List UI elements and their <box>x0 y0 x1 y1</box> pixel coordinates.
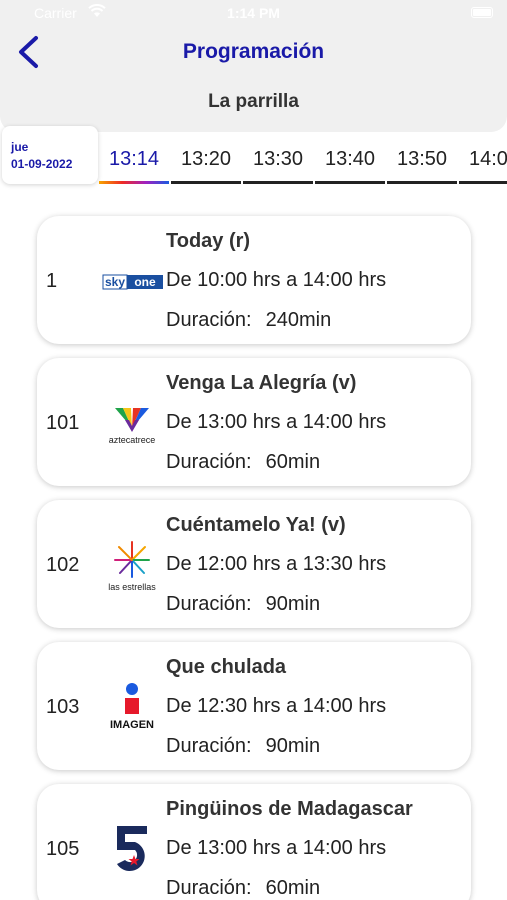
time-slot-1320[interactable]: 13:20 <box>170 148 242 171</box>
program-time: De 12:30 hrs a 14:00 hrs <box>166 695 387 717</box>
date-picker-button[interactable]: jue 01-09-2022 <box>2 126 98 184</box>
duration-label: Duración: <box>166 451 252 473</box>
sky-one-text-sky: sky <box>105 275 125 289</box>
channel-number: 1 <box>46 270 58 292</box>
page-title: Programación <box>182 40 325 63</box>
time-slots: 13:14 13:20 13:30 13:40 13:50 14:00 <box>98 126 507 188</box>
program-list: 1 sky one Today (r) De 10:00 hrs a 14:00… <box>0 188 507 900</box>
duration-value: 60min <box>265 877 321 899</box>
status-bar: Carrier 1:14 PM <box>0 0 507 28</box>
imagen-logo-text: IMAGEN <box>110 719 154 731</box>
sky-one-logo: sky one <box>101 254 163 310</box>
imagen-logo: IMAGEN <box>101 680 163 736</box>
time-slot-indicator <box>315 181 385 184</box>
channel-number: 102 <box>46 554 80 576</box>
date-day: jue <box>11 140 29 154</box>
program-title: Cuéntamelo Ya! (v) <box>166 514 346 536</box>
azteca-logo-text: aztecatrece <box>109 435 156 445</box>
time-slot-indicator <box>387 181 457 184</box>
program-duration: Duración: 60min <box>166 877 320 900</box>
program-time: De 13:00 hrs a 14:00 hrs <box>166 837 387 859</box>
estrellas-logo-text: las estrellas <box>108 582 156 592</box>
duration-value: 60min <box>265 451 321 473</box>
program-time: De 13:00 hrs a 14:00 hrs <box>166 411 387 433</box>
program-duration: Duración: 90min <box>166 593 320 616</box>
channel-number: 103 <box>46 696 80 718</box>
duration-value: 240min <box>265 309 332 331</box>
header: Carrier 1:14 PM Programación La parrilla <box>0 0 507 132</box>
program-time: De 12:00 hrs a 13:30 hrs <box>166 553 387 575</box>
time-slot-1350[interactable]: 13:50 <box>386 148 458 171</box>
program-card[interactable]: 101 aztecatrece Venga La Alegría (v) De … <box>37 358 471 486</box>
duration-value: 90min <box>265 593 321 615</box>
time-slot-indicator <box>459 181 507 184</box>
program-card[interactable]: 1 sky one Today (r) De 10:00 hrs a 14:00… <box>37 216 471 344</box>
program-title: Today (r) <box>166 230 251 252</box>
time-slot-1330[interactable]: 13:30 <box>242 148 314 171</box>
battery-icon <box>471 7 493 18</box>
duration-label: Duración: <box>166 593 252 615</box>
program-duration: Duración: 60min <box>166 451 320 474</box>
sky-one-text-one: one <box>134 275 156 289</box>
duration-label: Duración: <box>166 877 252 899</box>
duration-label: Duración: <box>166 735 252 757</box>
time-slot-indicator <box>243 181 313 184</box>
time-selector: jue 01-09-2022 13:14 13:20 13:30 13:40 1… <box>0 126 507 188</box>
time-slot-indicator-active <box>99 181 169 184</box>
program-card[interactable]: 102 las estrellas Cuéntamelo Ya! (v) De … <box>37 500 471 628</box>
status-time: 1:14 PM <box>227 5 280 21</box>
canal-5-logo <box>101 822 163 878</box>
time-slot-1314[interactable]: 13:14 <box>98 148 170 171</box>
program-card[interactable]: 103 IMAGEN Que chulada De 12:30 hrs a 14… <box>37 642 471 770</box>
program-card[interactable]: 105 Pingüinos de Madagascar De 13:00 hrs… <box>37 784 471 900</box>
time-slot-indicator <box>171 181 241 184</box>
program-time: De 10:00 hrs a 14:00 hrs <box>166 269 387 291</box>
las-estrellas-logo: las estrellas <box>101 538 163 594</box>
program-title: Pingüinos de Madagascar <box>166 798 413 820</box>
duration-label: Duración: <box>166 309 252 331</box>
program-title: Venga La Alegría (v) <box>166 372 357 394</box>
date-value: 01-09-2022 <box>11 157 73 171</box>
program-duration: Duración: 240min <box>166 309 331 332</box>
time-slot-1340[interactable]: 13:40 <box>314 148 386 171</box>
channel-number: 105 <box>46 838 80 860</box>
azteca-trece-logo: aztecatrece <box>101 396 163 452</box>
duration-value: 90min <box>265 735 321 757</box>
channel-number: 101 <box>46 412 80 434</box>
page-subtitle: La parrilla <box>208 91 299 112</box>
program-duration: Duración: 90min <box>166 735 320 758</box>
time-slot-1400[interactable]: 14:00 <box>458 148 507 171</box>
program-title: Que chulada <box>166 656 287 678</box>
